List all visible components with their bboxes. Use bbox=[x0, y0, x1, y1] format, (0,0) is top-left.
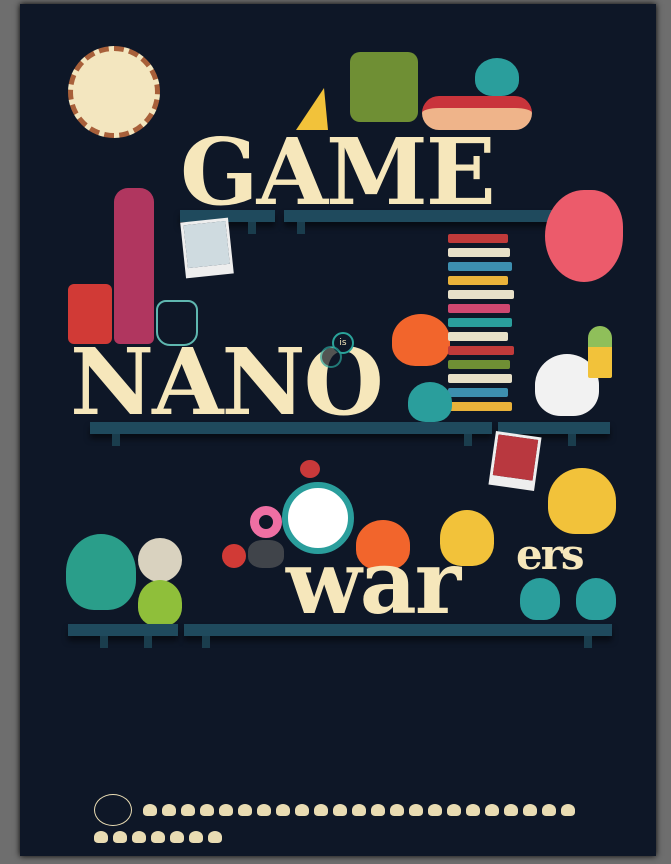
poster: GAME NANO is war ers bbox=[20, 4, 656, 856]
fish-outline-icon bbox=[94, 794, 132, 826]
mini-character-icon bbox=[132, 830, 146, 843]
teal-alien-icon bbox=[520, 578, 560, 620]
green-monster-icon bbox=[350, 52, 418, 122]
is-badge-shadow bbox=[320, 346, 342, 368]
mini-character-icon bbox=[219, 804, 234, 816]
shelf-bracket bbox=[112, 434, 120, 446]
polaroid-photo bbox=[488, 431, 542, 491]
donut-icon bbox=[250, 506, 282, 538]
shelf-2a bbox=[90, 422, 492, 434]
shelf-3a bbox=[68, 624, 178, 636]
green-blob-icon bbox=[138, 580, 182, 626]
shelf-bracket bbox=[144, 636, 152, 648]
mini-character-icon bbox=[428, 804, 443, 816]
mini-character-icon bbox=[189, 830, 203, 843]
orange-monster-icon bbox=[392, 314, 450, 366]
soccer-ball-icon bbox=[138, 538, 182, 582]
mini-character-icon bbox=[143, 804, 158, 816]
mini-character-icon bbox=[352, 804, 367, 816]
book-stack-icon bbox=[448, 234, 514, 422]
shelf-bracket bbox=[584, 636, 592, 648]
title-game: GAME bbox=[180, 118, 496, 226]
mini-character-icon bbox=[295, 804, 310, 816]
mini-character-icon bbox=[447, 804, 462, 816]
mini-character-icon bbox=[504, 804, 519, 816]
shelf-bracket bbox=[464, 434, 472, 446]
mini-character-icon bbox=[151, 830, 165, 843]
shelf-bracket bbox=[248, 222, 256, 234]
shelf-bracket bbox=[202, 636, 210, 648]
mini-character-icon bbox=[208, 830, 222, 843]
mini-character-icon bbox=[466, 804, 481, 816]
title-war: war bbox=[286, 530, 461, 634]
shelf-bracket bbox=[297, 222, 305, 234]
mini-character-icon bbox=[181, 804, 196, 816]
mini-character-icon bbox=[409, 804, 424, 816]
tomato-icon bbox=[222, 544, 246, 568]
icon-strip bbox=[94, 794, 594, 843]
pink-monster-icon bbox=[545, 190, 623, 282]
mini-character-icon bbox=[314, 804, 329, 816]
teal-blob-icon bbox=[408, 382, 452, 422]
mini-character-icon bbox=[170, 830, 184, 843]
shelf-2b bbox=[498, 422, 610, 434]
teal-monster-icon bbox=[475, 58, 519, 96]
polaroid-photo bbox=[180, 217, 234, 279]
bottle-icon bbox=[114, 188, 154, 344]
teal-octopus-icon bbox=[66, 534, 136, 610]
mini-character-icon bbox=[113, 830, 127, 843]
yellow-fluffy-monster-icon bbox=[548, 468, 616, 534]
ice-cream-icon bbox=[588, 326, 612, 378]
shelf-3b bbox=[184, 624, 612, 636]
sun-face-icon bbox=[68, 46, 160, 138]
mini-character-icon bbox=[200, 804, 215, 816]
mini-character-icon bbox=[257, 804, 272, 816]
mini-character-icon bbox=[523, 804, 538, 816]
mini-character-icon bbox=[390, 804, 405, 816]
shelf-bracket bbox=[568, 434, 576, 446]
mini-character-icon bbox=[561, 804, 576, 816]
mini-character-icon bbox=[94, 830, 108, 843]
mini-character-icon bbox=[371, 804, 386, 816]
mini-character-icon bbox=[276, 804, 291, 816]
mini-character-icon bbox=[238, 804, 253, 816]
mini-character-icon bbox=[542, 804, 557, 816]
mini-character-icon bbox=[485, 804, 500, 816]
shelf-bracket bbox=[100, 636, 108, 648]
apple-icon bbox=[300, 460, 320, 478]
seeds-icon bbox=[248, 540, 284, 568]
mini-character-icon bbox=[333, 804, 348, 816]
teal-alien-icon bbox=[576, 578, 616, 620]
mini-character-icon bbox=[162, 804, 177, 816]
shelf-1b bbox=[284, 210, 584, 222]
title-ers: ers bbox=[516, 530, 584, 579]
